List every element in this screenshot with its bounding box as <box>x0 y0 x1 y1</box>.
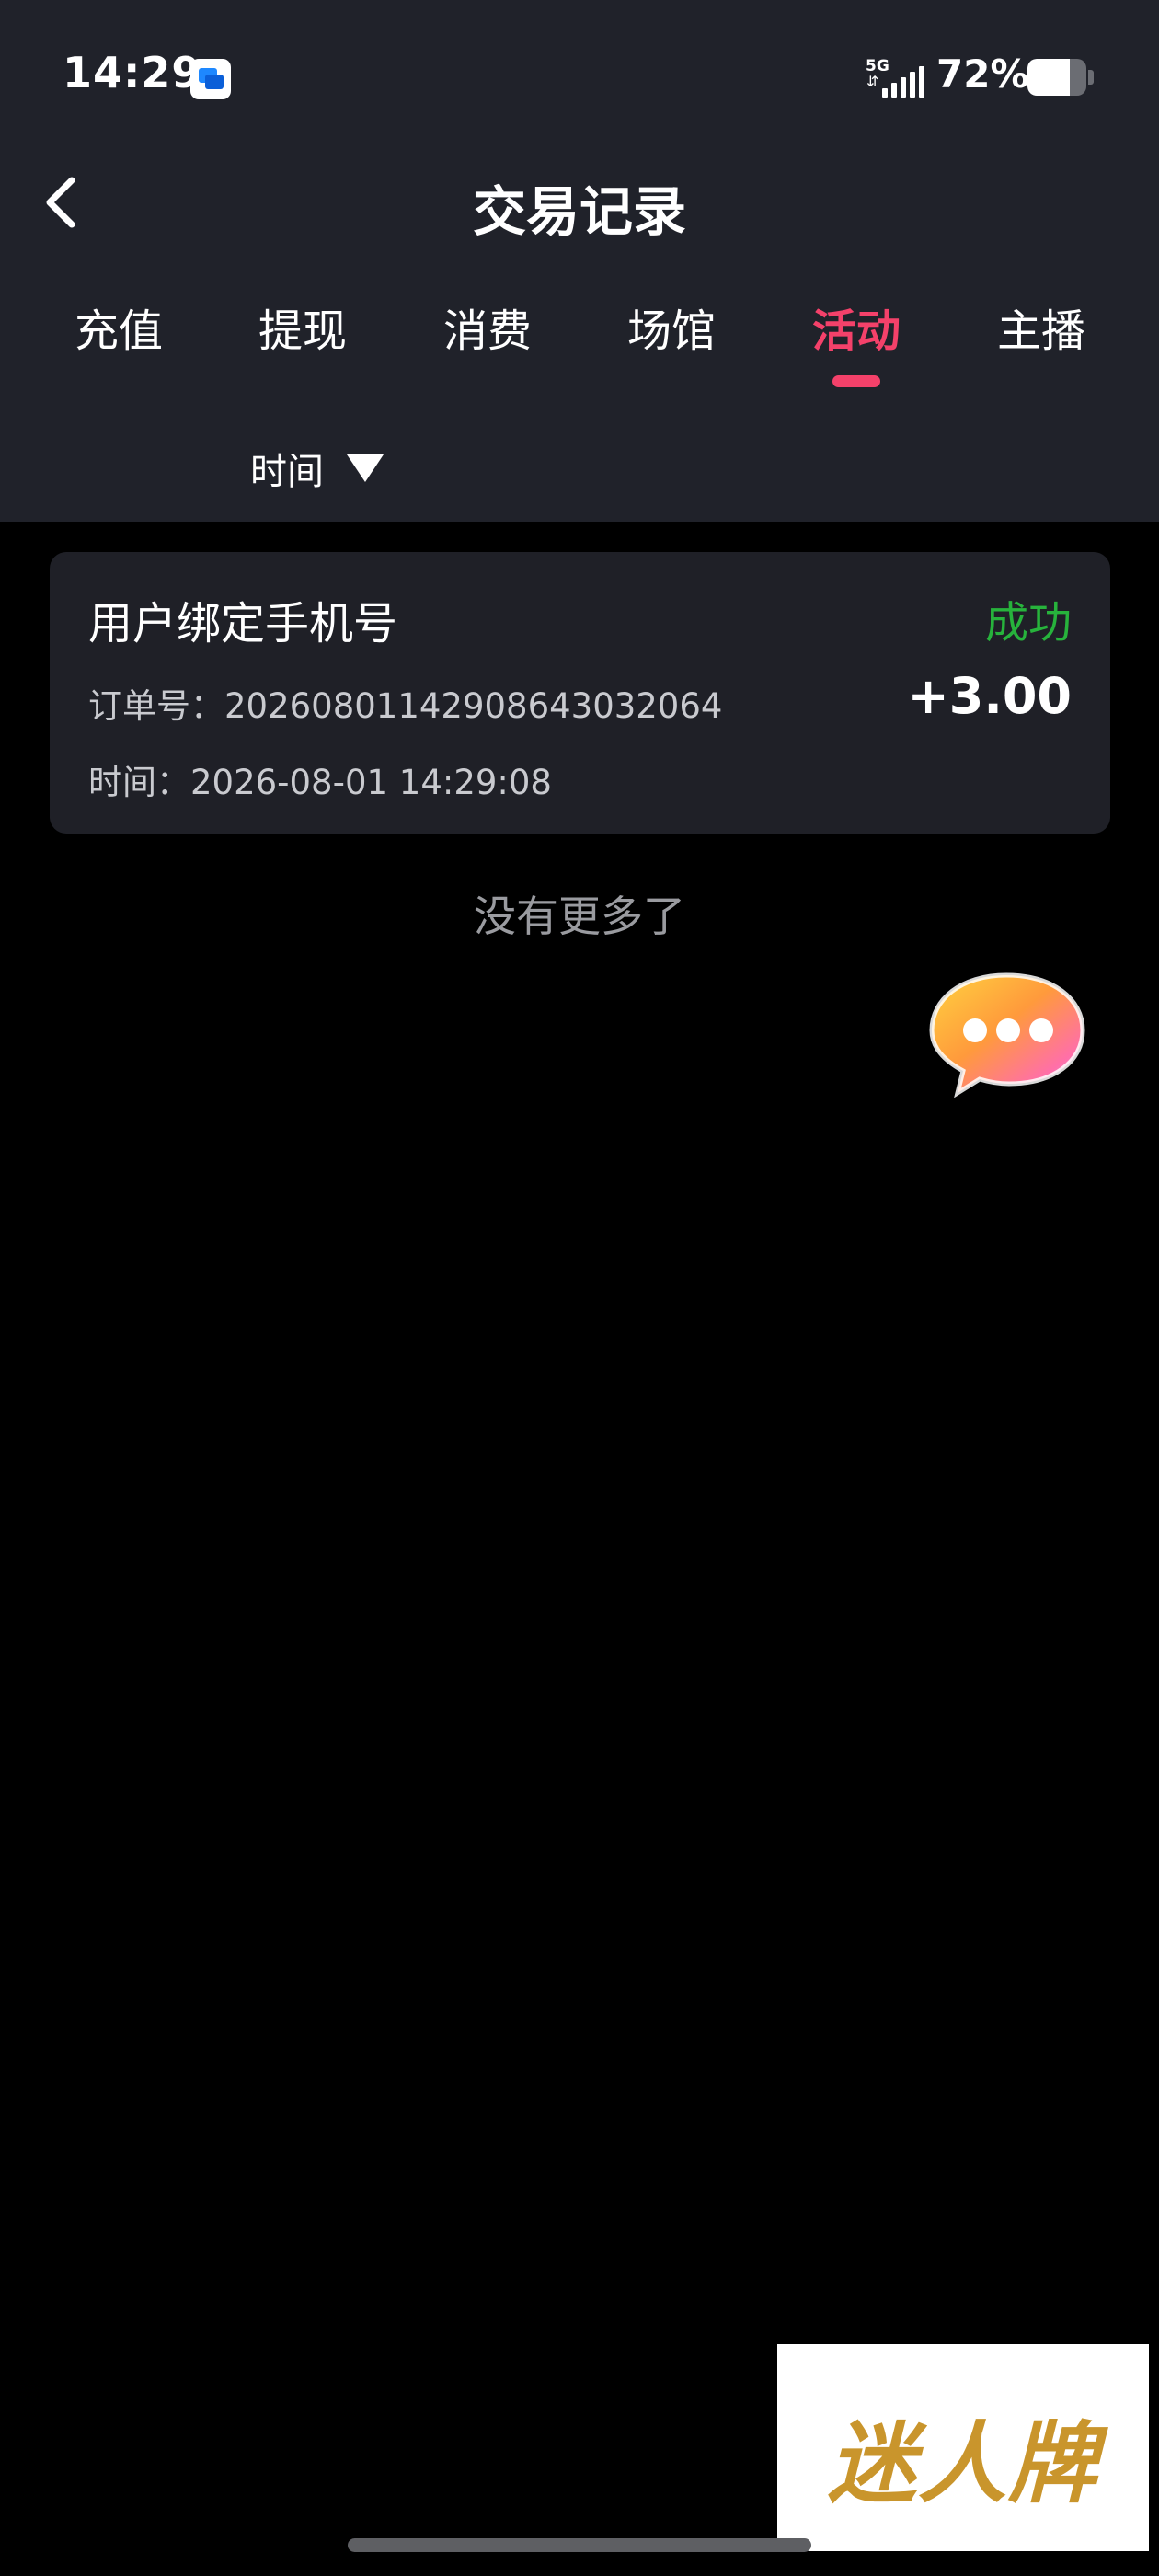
battery-percent: 72% <box>936 52 1029 97</box>
floating-chat-button[interactable] <box>924 964 1088 1102</box>
triangle-down-icon <box>347 454 384 482</box>
page-title: 交易记录 <box>472 180 686 243</box>
tab-withdraw[interactable]: 提现 <box>211 294 395 359</box>
transaction-time: 时间：2026-08-01 14:29:08 <box>88 763 552 802</box>
transaction-order-number: 订单号：20260801142908643032064 <box>88 686 723 726</box>
messages-app-icon <box>190 59 231 99</box>
cellular-signal-icon: 5G ⇵ <box>866 57 926 99</box>
battery-tip <box>1088 70 1094 85</box>
tab-activity[interactable]: 活动 <box>764 294 948 359</box>
home-indicator[interactable] <box>348 2538 811 2552</box>
tab-anchor[interactable]: 主播 <box>949 294 1133 359</box>
transaction-card[interactable]: 用户绑定手机号 成功 订单号：20260801142908643032064 +… <box>50 552 1110 834</box>
list-end-text: 没有更多了 <box>474 891 685 941</box>
status-bar: 14:29 5G ⇵ 72% <box>0 0 1159 133</box>
chat-bubble-icon <box>929 972 1085 1098</box>
screen: 14:29 5G ⇵ 72% 交易记录 充值 提现 消费 场馆 活动 主播 时间… <box>0 0 1159 2576</box>
app-header: 交易记录 充值 提现 消费 场馆 活动 主播 时间 <box>0 133 1159 522</box>
battery-icon <box>1027 59 1086 96</box>
watermark-logo: 迷人牌 <box>777 2344 1149 2551</box>
transaction-status: 成功 <box>985 598 1072 649</box>
status-time: 14:29 <box>63 48 202 98</box>
transaction-title: 用户绑定手机号 <box>88 598 398 650</box>
tab-consumption[interactable]: 消费 <box>396 294 580 359</box>
tab-bar: 充值 提现 消费 场馆 活动 主播 <box>0 294 1159 377</box>
battery-level-fill <box>1027 59 1071 96</box>
time-filter-label: 时间 <box>250 451 324 493</box>
watermark-text: 迷人牌 <box>828 2412 1098 2515</box>
time-filter-dropdown[interactable]: 时间 <box>250 442 384 497</box>
transaction-amount: +3.00 <box>907 667 1072 725</box>
tab-recharge[interactable]: 充值 <box>27 294 211 359</box>
tab-venue[interactable]: 场馆 <box>580 294 763 359</box>
active-tab-indicator <box>832 375 880 387</box>
